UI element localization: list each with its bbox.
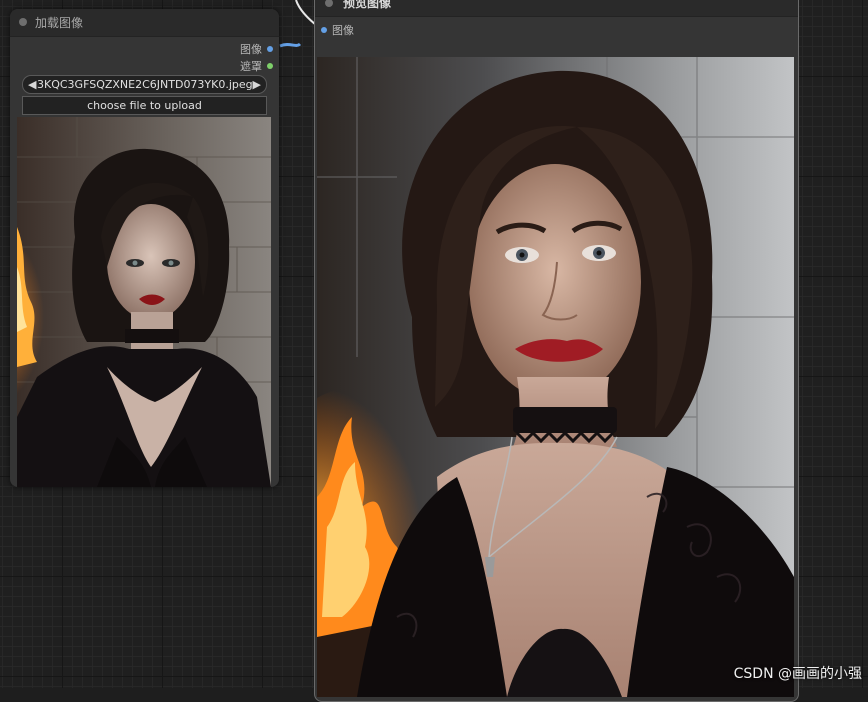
portrait-preview-image <box>317 57 794 697</box>
image-file-combo[interactable]: ◀ 3KQC3GFSQZXNE2C6JNTD073YK0.jpeg ▶ <box>22 75 267 94</box>
collapse-dot-icon[interactable] <box>325 0 333 7</box>
output-label: 图像 <box>240 41 262 57</box>
node-title: 加载图像 <box>35 14 83 31</box>
preview-image-node[interactable]: 预览图像 图像 <box>314 0 799 702</box>
output-slot-image[interactable]: 图像 <box>240 41 273 57</box>
output-label: 遮罩 <box>240 58 262 74</box>
output-dot-icon[interactable] <box>267 46 273 52</box>
loaded-image-thumbnail <box>17 117 271 487</box>
combo-prev-arrow-icon[interactable]: ◀ <box>28 76 36 93</box>
input-label: 图像 <box>332 22 354 38</box>
node-header[interactable]: 加载图像 <box>10 9 279 37</box>
watermark: CSDN @画画的小强 <box>734 663 862 683</box>
portrait-thumbnail-image <box>17 117 271 487</box>
collapse-dot-icon[interactable] <box>19 18 27 26</box>
input-dot-icon[interactable] <box>321 27 327 33</box>
preview-image <box>317 57 794 697</box>
node-header[interactable]: 预览图像 <box>315 0 798 17</box>
upload-button[interactable]: choose file to upload <box>22 96 267 115</box>
load-image-node[interactable]: 加载图像 图像 遮罩 ◀ 3KQC3GFSQZXNE2C6JNTD073YK0.… <box>10 9 279 487</box>
node-title: 预览图像 <box>343 0 391 11</box>
output-slot-mask[interactable]: 遮罩 <box>240 58 273 74</box>
combo-next-arrow-icon[interactable]: ▶ <box>253 76 261 93</box>
input-slot-image[interactable]: 图像 <box>321 22 354 38</box>
output-dot-icon[interactable] <box>267 63 273 69</box>
combo-value[interactable]: 3KQC3GFSQZXNE2C6JNTD073YK0.jpeg <box>37 76 252 93</box>
